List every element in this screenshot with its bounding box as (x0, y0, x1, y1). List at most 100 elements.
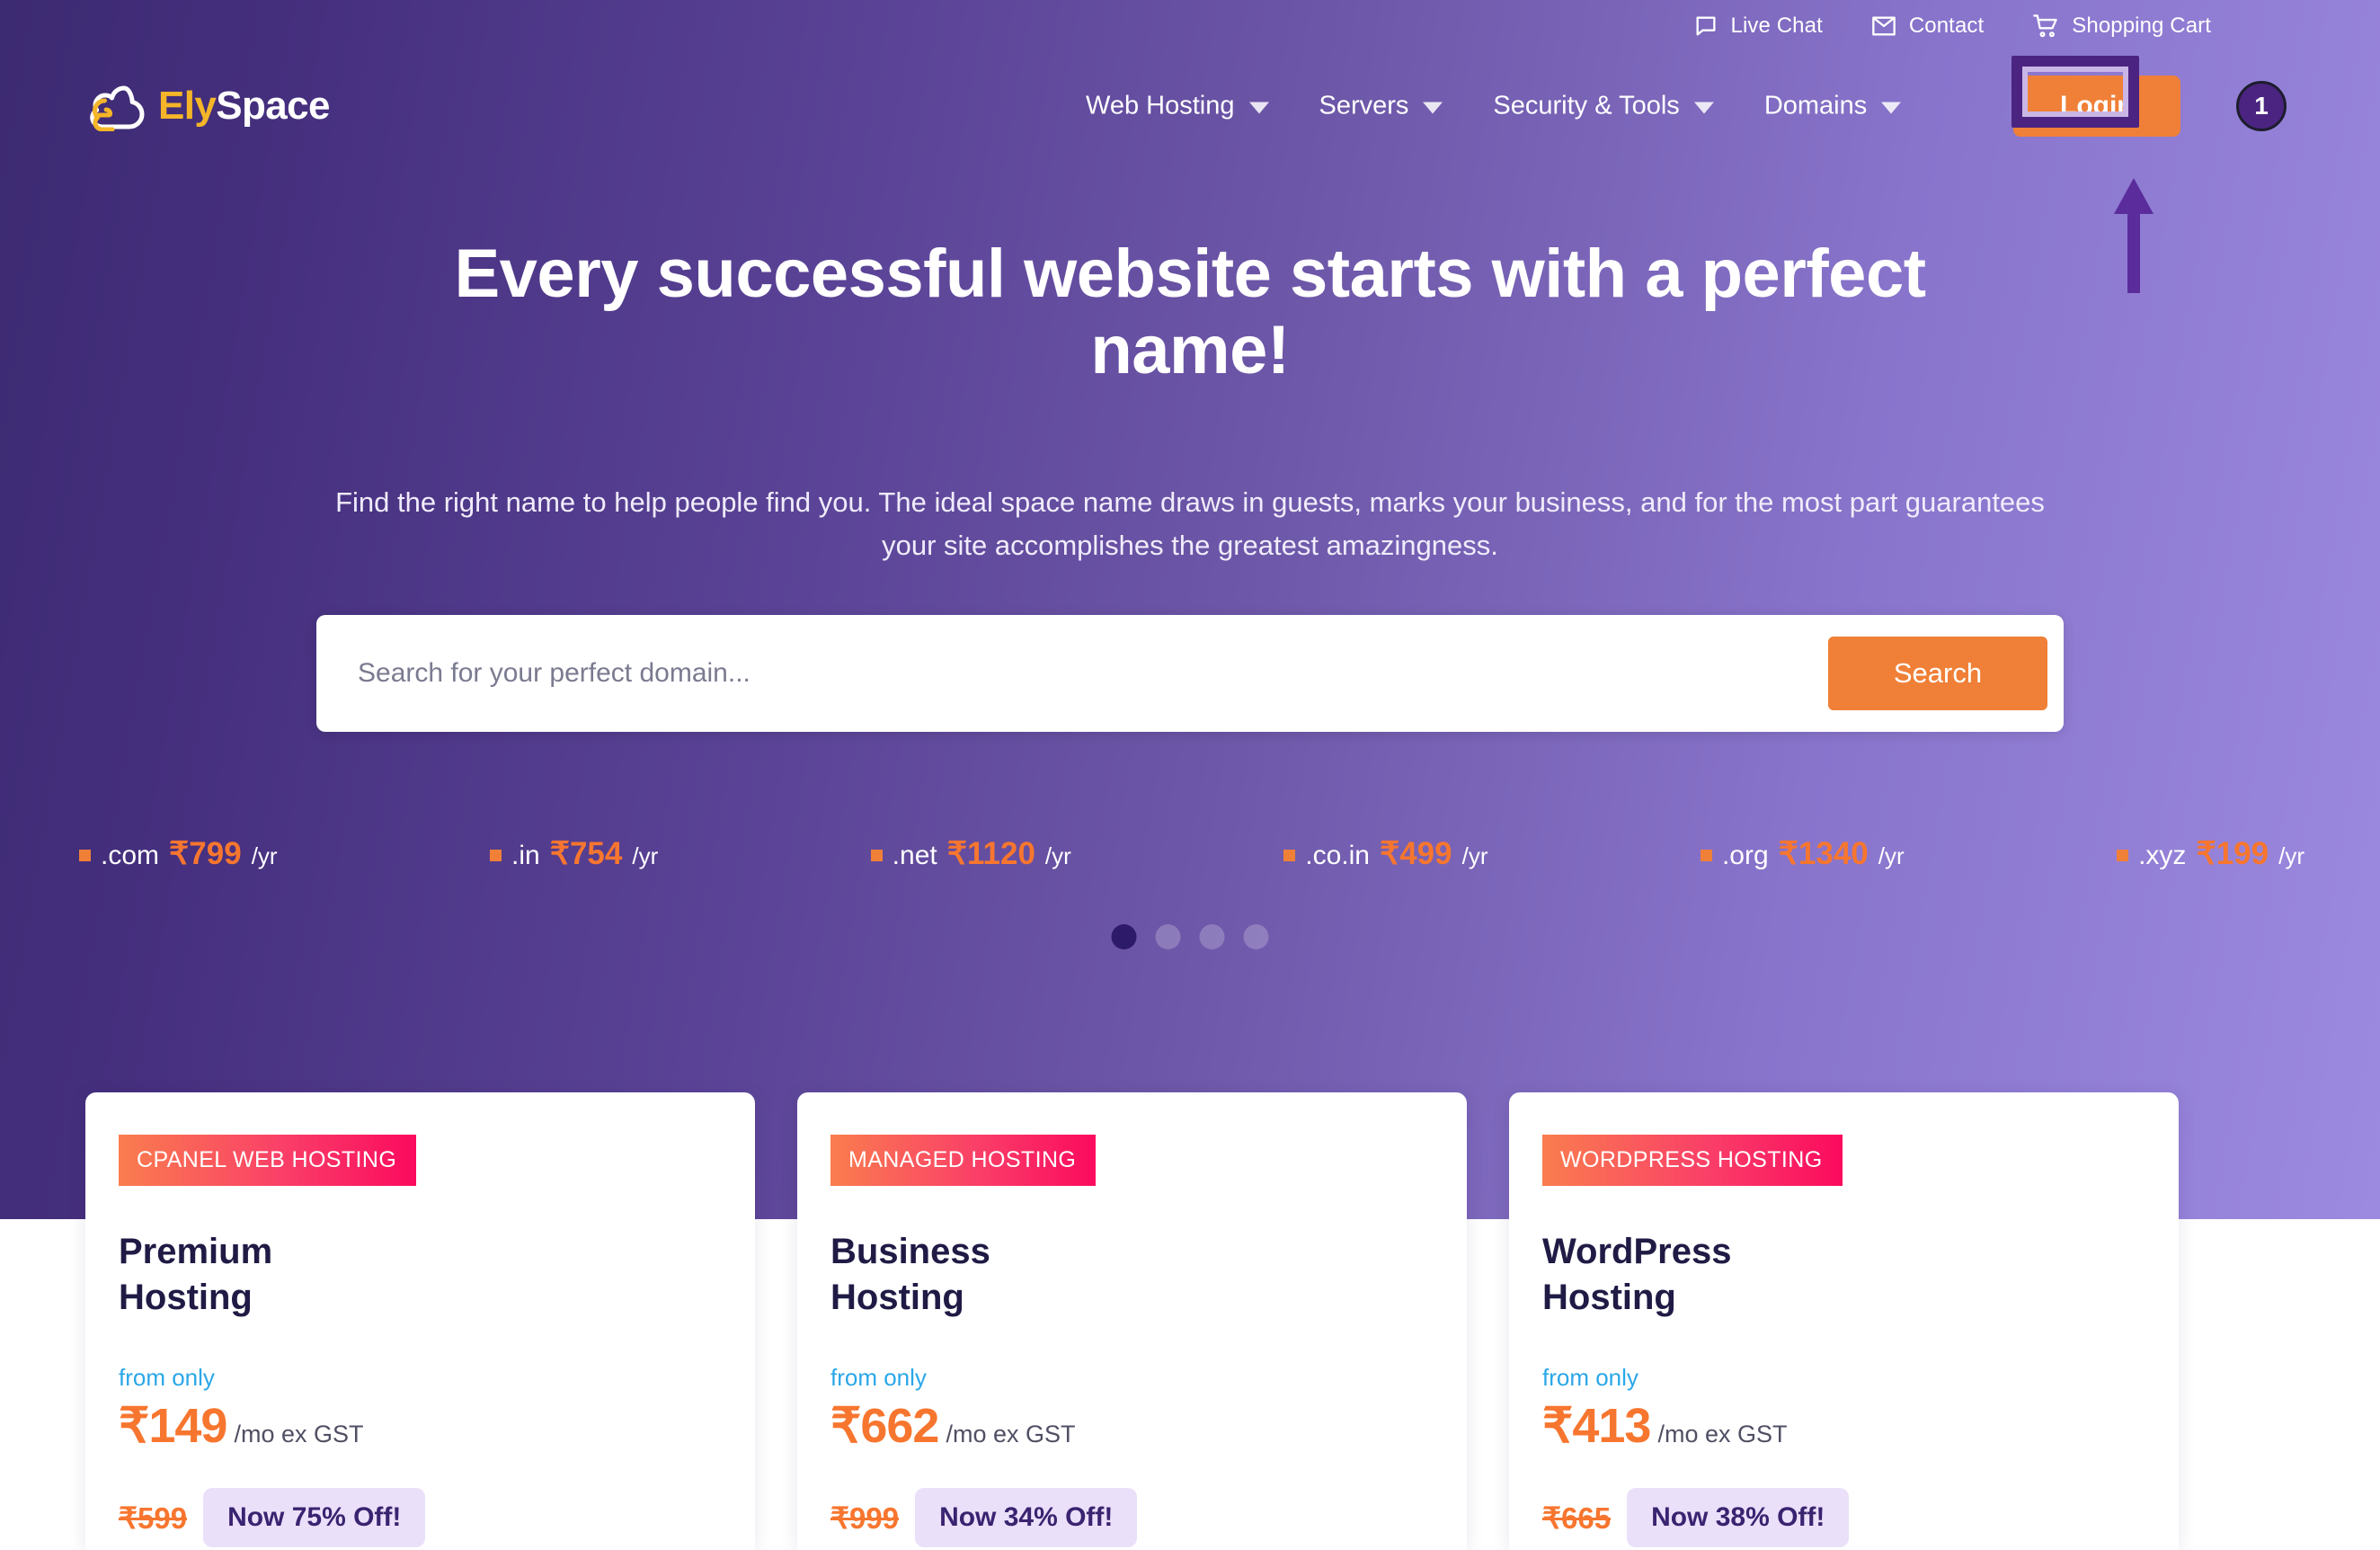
tld-item-xyz[interactable]: .xyz ₹199 /yr (2117, 836, 2305, 872)
login-button-wrapper: Login (2013, 76, 2180, 137)
square-bullet-icon (490, 850, 502, 861)
card-old-price: ₹599 (119, 1501, 188, 1535)
carousel-dot-4[interactable] (1243, 924, 1269, 949)
tld-price: ₹199 (2196, 836, 2269, 871)
shopping-cart-label: Shopping Cart (2072, 13, 2211, 38)
card-category-badge: WORDPRESS HOSTING (1542, 1135, 1843, 1186)
live-chat-link[interactable]: Live Chat (1693, 13, 1823, 39)
card-from-label: from only (830, 1364, 927, 1392)
nav-item-security-tools[interactable]: Security & Tools (1468, 92, 1738, 121)
carousel-dot-3[interactable] (1199, 924, 1225, 949)
domain-search-input[interactable] (358, 642, 1828, 705)
pricing-cards: CPANEL WEB HOSTING Premium Hosting from … (85, 1092, 2180, 1550)
pricing-card-premium[interactable]: CPANEL WEB HOSTING Premium Hosting from … (85, 1092, 755, 1550)
tld-period: /yr (1044, 842, 1071, 869)
card-price: ₹662 (830, 1399, 939, 1454)
card-price-row: ₹149 /mo ex GST (119, 1397, 755, 1454)
tld-item-com[interactable]: .com ₹799 /yr (79, 836, 278, 872)
tld-name: .in (511, 841, 540, 870)
chevron-down-icon (1881, 102, 1902, 114)
tld-price: ₹499 (1379, 836, 1452, 871)
brand-name-part2: Space (216, 84, 330, 128)
square-bullet-icon (1700, 850, 1712, 861)
shopping-cart-link[interactable]: Shopping Cart (2032, 13, 2211, 39)
chevron-down-icon (1423, 102, 1443, 114)
page-title: Every successful website starts with a p… (454, 236, 1926, 389)
top-utility-bar: Live Chat Contact Shopping Cart (1693, 0, 2380, 52)
domain-search-button[interactable]: Search (1828, 637, 2047, 710)
main-navbar: ElySpace Web Hosting Servers Security & … (0, 52, 2380, 160)
page-root: Live Chat Contact Shopping Cart ElySpace… (0, 0, 2380, 1550)
square-bullet-icon (870, 850, 883, 861)
nav-item-servers[interactable]: Servers (1294, 92, 1469, 121)
tld-item-org[interactable]: .org ₹1340 /yr (1700, 836, 1905, 872)
tld-price: ₹754 (549, 836, 623, 871)
chevron-down-icon (1248, 102, 1269, 114)
contact-label: Contact (1908, 13, 1985, 38)
pricing-card-wordpress[interactable]: WORDPRESS HOSTING WordPress Hosting from… (1509, 1092, 2179, 1550)
shopping-cart-icon (2032, 13, 2059, 39)
card-title: Business Hosting (830, 1232, 990, 1318)
card-category-badge: CPANEL WEB HOSTING (119, 1135, 417, 1186)
tld-item-co-in[interactable]: .co.in ₹499 /yr (1283, 836, 1488, 872)
tld-price: ₹1120 (946, 836, 1035, 871)
square-bullet-icon (79, 850, 91, 861)
card-old-price: ₹999 (830, 1501, 900, 1535)
square-bullet-icon (2117, 850, 2129, 861)
nav-label-security-tools: Security & Tools (1493, 91, 1680, 120)
chat-bubble-icon (1693, 13, 1718, 39)
tld-price: ₹1340 (1778, 836, 1869, 871)
card-category-badge: MANAGED HOSTING (830, 1135, 1097, 1186)
card-from-label: from only (119, 1364, 215, 1392)
carousel-dot-1[interactable] (1111, 924, 1137, 949)
tld-name: .co.in (1305, 841, 1370, 870)
card-offer-row: ₹599 Now 75% Off! (119, 1488, 755, 1548)
tld-item-in[interactable]: .in ₹754 /yr (490, 836, 658, 872)
tld-name: .com (101, 841, 160, 870)
card-price-row: ₹413 /mo ex GST (1542, 1397, 2179, 1454)
nav-label-domains: Domains (1763, 91, 1868, 120)
card-price-unit: /mo ex GST (1657, 1421, 1788, 1448)
pricing-card-business[interactable]: MANAGED HOSTING Business Hosting from on… (797, 1092, 1467, 1550)
envelope-icon (1871, 14, 1896, 38)
square-bullet-icon (1283, 850, 1296, 861)
live-chat-label: Live Chat (1730, 13, 1823, 38)
card-price: ₹413 (1542, 1399, 1651, 1454)
login-button[interactable]: Login (2013, 76, 2180, 137)
brand-name-part1: Ely (158, 84, 217, 128)
tld-name: .net (892, 841, 937, 870)
contact-link[interactable]: Contact (1871, 13, 1984, 39)
tld-name: .xyz (2138, 841, 2187, 870)
domain-search-box: Search (316, 615, 2064, 732)
card-offer-row: ₹999 Now 34% Off! (830, 1488, 1467, 1548)
tld-period: /yr (2278, 842, 2305, 869)
tld-price: ₹799 (169, 836, 242, 871)
tld-period: /yr (1878, 842, 1905, 869)
carousel-dot-2[interactable] (1155, 924, 1181, 949)
card-discount-badge: Now 38% Off! (1627, 1488, 1850, 1548)
tld-period: /yr (1461, 842, 1488, 869)
nav-item-web-hosting[interactable]: Web Hosting (1061, 92, 1294, 121)
hero-background (0, 0, 2380, 1219)
card-from-label: from only (1542, 1364, 1638, 1392)
tld-name: .org (1721, 841, 1769, 870)
nav-item-domains[interactable]: Domains (1739, 92, 1926, 121)
card-old-price: ₹665 (1542, 1501, 1612, 1535)
card-discount-badge: Now 34% Off! (915, 1488, 1138, 1548)
card-title: WordPress Hosting (1542, 1232, 1732, 1318)
hero-subtitle: Find the right name to help people find … (335, 486, 2045, 562)
brand-logo[interactable]: ElySpace (83, 81, 330, 131)
tld-item-net[interactable]: .net ₹1120 /yr (870, 836, 1071, 872)
card-price-row: ₹662 /mo ex GST (830, 1397, 1467, 1454)
card-offer-row: ₹665 Now 38% Off! (1542, 1488, 2179, 1548)
tld-period: /yr (632, 842, 659, 869)
annotation-step-badge: 1 (2236, 81, 2287, 131)
chevron-down-icon (1693, 102, 1714, 114)
nav-items: Web Hosting Servers Security & Tools Dom… (1061, 92, 1926, 121)
nav-label-web-hosting: Web Hosting (1086, 91, 1235, 120)
cloud-logo-icon (83, 81, 151, 131)
nav-label-servers: Servers (1319, 91, 1409, 120)
tld-price-row: .com ₹799 /yr .in ₹754 /yr .net ₹1120 /y… (79, 836, 2305, 872)
card-title: Premium Hosting (119, 1232, 273, 1318)
brand-name: ElySpace (158, 84, 330, 129)
